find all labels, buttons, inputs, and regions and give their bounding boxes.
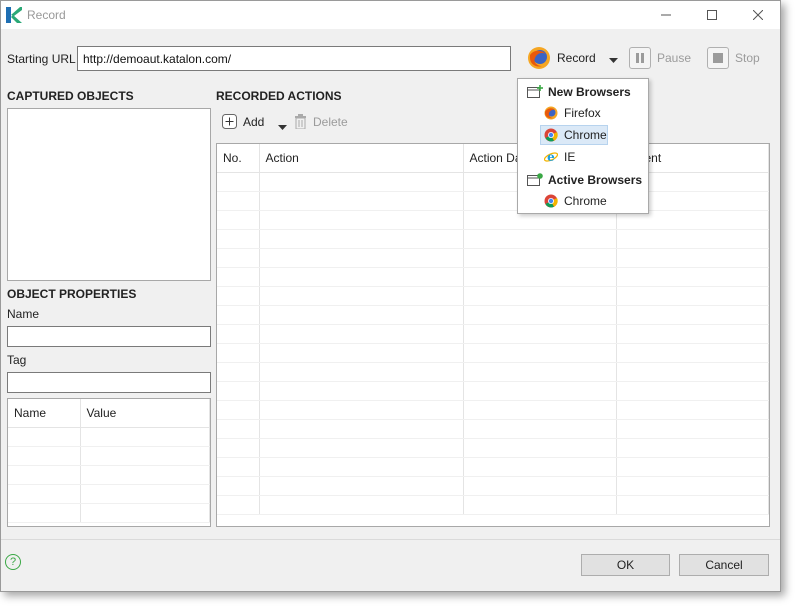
window-title: Record [27, 8, 66, 22]
table-row[interactable] [217, 286, 769, 306]
record-dropdown-arrow-icon[interactable] [609, 53, 618, 67]
column-header-name[interactable]: Name [8, 399, 81, 428]
menu-item-ie[interactable]: e IE [518, 146, 648, 168]
chrome-icon [544, 194, 558, 208]
active-chrome-label: Chrome [564, 194, 607, 208]
minimize-icon[interactable] [643, 1, 689, 29]
chrome-label: Chrome [564, 128, 607, 142]
title-bar: Record [1, 1, 780, 29]
table-row[interactable] [217, 248, 769, 268]
stop-label: Stop [735, 51, 760, 65]
footer-divider [1, 539, 780, 540]
record-browser-menu: New Browsers Firefox Chrome e IE Active … [517, 78, 649, 214]
table-row[interactable] [217, 476, 769, 496]
menu-item-active-chrome[interactable]: Chrome [518, 190, 648, 212]
pause-icon [629, 47, 651, 69]
new-browser-window-icon [527, 85, 543, 98]
menu-item-firefox[interactable]: Firefox [518, 102, 648, 124]
menu-header-active-browsers: Active Browsers [518, 169, 648, 191]
captured-objects-title: CAPTURED OBJECTS [7, 89, 134, 103]
table-row[interactable] [217, 267, 769, 287]
table-row[interactable] [217, 495, 769, 515]
recorded-actions-table[interactable]: No. Action Action Da ent [216, 143, 770, 527]
pause-button[interactable]: Pause [629, 47, 691, 69]
table-row[interactable] [217, 438, 769, 458]
delete-button[interactable]: Delete [294, 114, 348, 129]
close-icon[interactable] [735, 1, 781, 29]
table-row[interactable] [217, 210, 769, 230]
delete-label: Delete [313, 114, 348, 129]
ok-button[interactable]: OK [581, 554, 670, 576]
starting-url-input[interactable] [77, 46, 511, 71]
cancel-button[interactable]: Cancel [679, 554, 769, 576]
record-button[interactable]: Record [527, 46, 596, 70]
table-row[interactable] [217, 457, 769, 477]
pause-label: Pause [657, 51, 692, 65]
tag-input[interactable] [7, 372, 211, 393]
table-row[interactable] [217, 305, 769, 325]
record-label: Record [557, 51, 596, 65]
menu-item-chrome[interactable]: Chrome [518, 124, 648, 146]
active-browser-window-icon [527, 173, 543, 186]
record-dialog: Record Starting URL Record Pause [0, 0, 781, 592]
stop-button[interactable]: Stop [707, 47, 760, 69]
object-properties-title: OBJECT PROPERTIES [7, 287, 137, 301]
help-icon[interactable]: ? [5, 554, 21, 570]
column-header-action[interactable]: Action [259, 144, 464, 173]
table-row[interactable] [8, 446, 210, 466]
maximize-icon[interactable] [689, 1, 735, 29]
firefox-icon [528, 47, 550, 69]
table-row[interactable] [217, 419, 769, 439]
tag-label: Tag [7, 353, 27, 367]
table-row[interactable] [217, 362, 769, 382]
name-input[interactable] [7, 326, 211, 347]
table-row[interactable] [217, 229, 769, 249]
table-row[interactable] [217, 324, 769, 344]
trash-icon [295, 114, 306, 129]
katalon-logo-icon [6, 7, 22, 23]
table-row[interactable] [217, 343, 769, 363]
svg-text:e: e [547, 150, 555, 164]
table-row[interactable] [217, 400, 769, 420]
starting-url-label: Starting URL [7, 52, 76, 66]
table-row[interactable] [217, 172, 769, 192]
column-header-no[interactable]: No. [217, 144, 260, 173]
firefox-icon [544, 106, 558, 120]
ie-icon: e [544, 150, 558, 164]
add-button[interactable]: Add [222, 114, 264, 129]
captured-objects-tree[interactable] [7, 108, 211, 281]
table-row[interactable] [8, 484, 210, 504]
add-icon [222, 114, 237, 129]
table-row[interactable] [8, 465, 210, 485]
recorded-actions-title: RECORDED ACTIONS [216, 89, 342, 103]
chrome-icon [544, 128, 558, 142]
table-row[interactable] [8, 503, 210, 523]
firefox-label: Firefox [564, 106, 601, 120]
table-row[interactable] [8, 427, 210, 447]
table-row[interactable] [217, 191, 769, 211]
ie-label: IE [564, 150, 576, 164]
table-row[interactable] [217, 381, 769, 401]
new-browsers-label: New Browsers [548, 85, 631, 99]
name-label: Name [7, 307, 40, 321]
stop-icon [707, 47, 729, 69]
column-header-value[interactable]: Value [80, 399, 210, 428]
add-label: Add [243, 114, 265, 129]
add-dropdown-arrow-icon[interactable] [278, 120, 287, 134]
properties-table[interactable]: Name Value [7, 398, 211, 527]
menu-header-new-browsers: New Browsers [518, 81, 648, 103]
active-browsers-label: Active Browsers [548, 173, 643, 187]
